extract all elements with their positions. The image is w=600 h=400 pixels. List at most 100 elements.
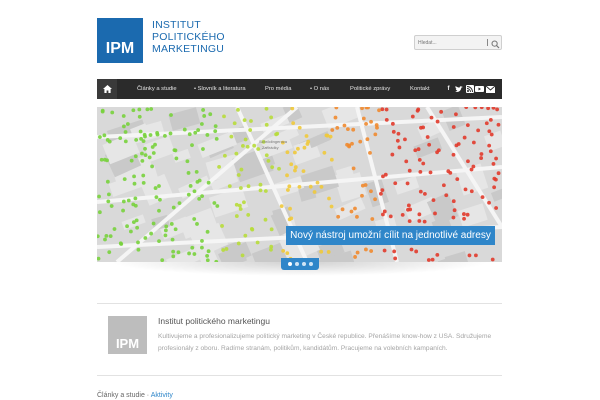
map-point bbox=[221, 248, 226, 252]
map-point bbox=[103, 157, 107, 162]
map-point bbox=[100, 109, 105, 114]
map-point bbox=[123, 139, 128, 144]
map-point bbox=[471, 140, 476, 145]
map-point bbox=[373, 197, 377, 202]
map-point bbox=[107, 139, 112, 144]
map-point bbox=[384, 107, 389, 112]
map-point bbox=[118, 136, 123, 141]
nav-item-politicke-zpravy[interactable]: Politické zprávy bbox=[350, 79, 390, 99]
map-point bbox=[370, 217, 375, 221]
map-point bbox=[137, 114, 142, 119]
map-point bbox=[425, 135, 430, 139]
search-input[interactable] bbox=[418, 37, 486, 48]
map-point bbox=[163, 233, 168, 238]
nav-item-o-nas[interactable]: • O nás bbox=[310, 79, 329, 99]
map-point bbox=[469, 189, 474, 194]
map-point bbox=[417, 157, 422, 162]
slider-dot-3[interactable] bbox=[301, 262, 306, 266]
map-point bbox=[351, 127, 356, 132]
map-point bbox=[212, 201, 217, 205]
divider-bottom bbox=[97, 375, 502, 376]
map-point bbox=[133, 196, 138, 201]
map-point bbox=[187, 132, 192, 137]
about-title: Institut politického marketingu bbox=[158, 316, 270, 326]
map-point bbox=[97, 194, 101, 199]
map-point bbox=[325, 133, 330, 138]
map-point bbox=[133, 154, 138, 159]
nav-item-slovnik[interactable]: • Slovník a literatura bbox=[194, 79, 246, 99]
map-point bbox=[157, 184, 161, 188]
map-point bbox=[350, 141, 354, 146]
rss-link[interactable] bbox=[465, 84, 474, 94]
map-point bbox=[105, 179, 110, 184]
map-point bbox=[169, 222, 174, 226]
search-button[interactable] bbox=[490, 37, 501, 49]
map-point bbox=[155, 132, 160, 137]
map-point bbox=[237, 203, 242, 208]
logo-mark[interactable]: IPM bbox=[97, 18, 143, 63]
map-point bbox=[126, 198, 131, 203]
email-link[interactable] bbox=[486, 84, 495, 94]
slider-dot-2[interactable] bbox=[294, 262, 299, 266]
map-point bbox=[141, 180, 146, 185]
map-point bbox=[336, 214, 341, 219]
map-point bbox=[153, 186, 158, 190]
nav-home[interactable] bbox=[97, 79, 117, 99]
map-point bbox=[122, 124, 126, 129]
map-point bbox=[246, 184, 251, 189]
map-point bbox=[147, 155, 152, 160]
map-label: Schrödingerova bbox=[259, 139, 288, 144]
map-point bbox=[329, 157, 334, 162]
youtube-link[interactable] bbox=[475, 84, 484, 94]
map-point bbox=[136, 247, 141, 252]
map-point bbox=[451, 125, 456, 129]
map-point bbox=[465, 212, 470, 217]
map-point bbox=[330, 128, 335, 132]
map-point bbox=[143, 146, 147, 151]
map-point bbox=[297, 184, 302, 189]
twitter-link[interactable] bbox=[454, 84, 463, 94]
hero-slider[interactable]: Schrödingerova Zahrádky Nový nástroj umož… bbox=[97, 107, 502, 262]
map-point bbox=[393, 181, 398, 186]
logo-text[interactable]: INSTITUT POLITICKÉHO MARKETINGU bbox=[152, 19, 225, 55]
about-logo: IPM bbox=[108, 316, 147, 354]
about-text: Kultivujeme a profesionalizujeme politic… bbox=[158, 333, 492, 352]
nav-item-kontakt[interactable]: Kontakt bbox=[410, 79, 430, 99]
map-point bbox=[149, 231, 154, 236]
map-point bbox=[396, 131, 401, 136]
map-point bbox=[373, 132, 378, 137]
slider-dot-1[interactable] bbox=[287, 262, 292, 266]
map-point bbox=[153, 142, 157, 147]
map-point bbox=[136, 240, 140, 245]
facebook-link[interactable]: f bbox=[444, 84, 453, 94]
map-point bbox=[428, 170, 433, 175]
breadcrumb-current[interactable]: Aktivity bbox=[151, 392, 173, 399]
map-point bbox=[289, 216, 294, 221]
map-point bbox=[409, 247, 414, 252]
main-nav: Články a studie • Slovník a literatura P… bbox=[97, 79, 502, 99]
map-point bbox=[380, 107, 385, 112]
nav-item-pro-media[interactable]: Pro média bbox=[265, 79, 291, 99]
slide-caption[interactable]: Nový nástroj umožní cílit na jednotlivé … bbox=[286, 226, 495, 245]
map-point bbox=[302, 145, 307, 150]
map-point bbox=[186, 171, 191, 175]
map-point bbox=[488, 117, 493, 122]
nav-item-clanky[interactable]: Články a studie bbox=[137, 79, 177, 99]
map-point bbox=[263, 189, 268, 193]
map-point bbox=[329, 204, 334, 209]
map-point bbox=[279, 204, 284, 209]
map-point bbox=[196, 128, 201, 132]
logo-line-2: POLITICKÉHO bbox=[152, 31, 225, 43]
map-point bbox=[249, 227, 254, 231]
slider-dot-4[interactable] bbox=[308, 262, 313, 266]
map-point bbox=[364, 121, 368, 126]
map-point bbox=[188, 184, 193, 188]
map-point bbox=[163, 133, 167, 138]
map-point bbox=[454, 112, 458, 117]
map-point bbox=[384, 117, 389, 122]
breadcrumb-section[interactable]: Články a studie bbox=[97, 392, 145, 399]
map-point bbox=[232, 121, 237, 126]
logo-mark-text: IPM bbox=[105, 40, 135, 57]
map-point bbox=[269, 247, 273, 252]
map-point bbox=[462, 216, 466, 221]
